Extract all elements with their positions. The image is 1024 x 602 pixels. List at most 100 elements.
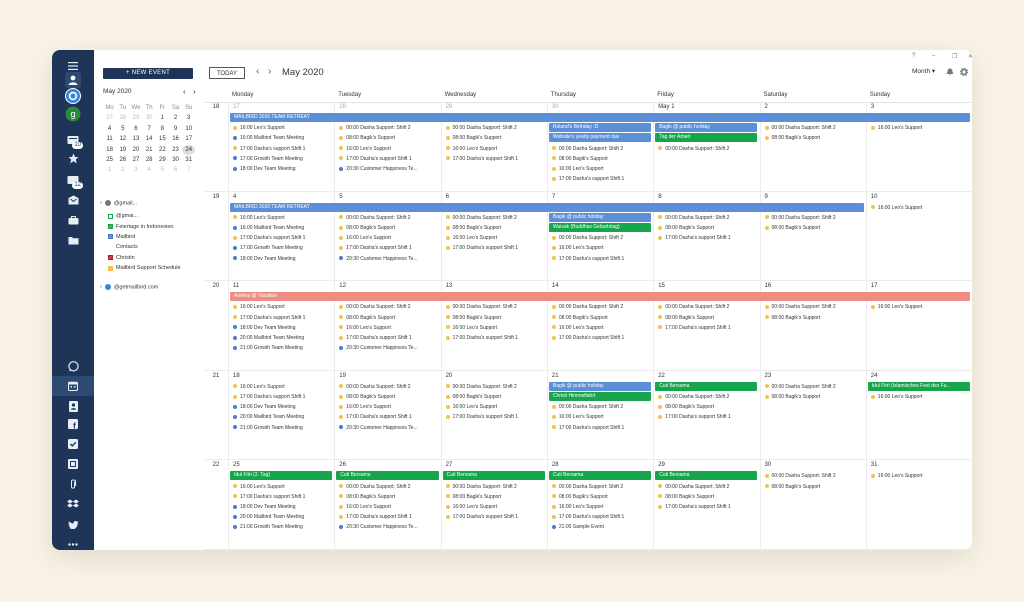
calendar-event[interactable]: 00:00 Dasha Support: Shift 2 xyxy=(658,302,758,312)
calendar-event[interactable]: 17:00 Dasha's support Shift 1 xyxy=(658,502,758,512)
calendar-event[interactable]: 00:00 Dasha Support: Shift 2 xyxy=(445,213,546,223)
account-google-icon[interactable]: g xyxy=(61,104,85,124)
mini-day[interactable]: 4 xyxy=(143,165,156,175)
calendar-event[interactable]: 16:00 Leo's Support xyxy=(445,233,546,243)
calendar-event[interactable]: 16:00 Leo's Support xyxy=(445,402,546,412)
docs-icon[interactable] xyxy=(61,454,85,474)
calendar-event[interactable]: 17:00 Dasha's support Shift 1 xyxy=(233,233,333,243)
calendar-event[interactable]: 20:00 Mailbird Team Meeting xyxy=(233,512,333,522)
calendar-event[interactable]: 17:00 Dasha's support Shift 1 xyxy=(445,154,546,164)
mini-day[interactable]: 22 xyxy=(156,145,169,155)
calendar-event[interactable]: 08:00 Bagik's Support xyxy=(764,313,865,323)
calendar-event[interactable]: 08:00 Bagik's Support xyxy=(445,133,546,143)
bell-icon[interactable] xyxy=(946,68,954,76)
all-day-event[interactable]: Tag der Arbeit xyxy=(655,133,758,143)
all-day-event[interactable]: Roland's Birthday :D xyxy=(548,123,652,133)
calendar-event[interactable]: 18:00 Dev Team Meeting xyxy=(233,254,333,264)
all-day-event[interactable]: MAILBIRD 2020 TEAM RETREAT xyxy=(230,113,971,122)
mini-day[interactable]: 26 xyxy=(116,155,129,165)
calendar-event[interactable]: 18:00 Dev Team Meeting xyxy=(233,323,333,333)
mini-day[interactable]: 15 xyxy=(156,134,169,144)
mini-day[interactable]: 13 xyxy=(129,134,142,144)
calendar-event[interactable]: 16:00 Leo's Support xyxy=(339,402,439,412)
calendar-event[interactable]: 18:00 Dev Team Meeting xyxy=(233,402,333,412)
day-cell[interactable]: 23 00:00 Dasha Support: Shift 2 08:00 Bagi… xyxy=(759,370,866,460)
briefcase-icon[interactable] xyxy=(61,210,85,230)
view-selector[interactable]: Month ▾ xyxy=(912,67,935,75)
calendar-event[interactable]: 17:00 Dasha's support Shift 1 xyxy=(551,423,652,433)
whatsapp-icon[interactable] xyxy=(61,356,85,376)
calendar-event[interactable]: 00:00 Dasha Support: Shift 2 xyxy=(551,233,652,243)
star-icon[interactable] xyxy=(61,148,85,168)
calendar-event[interactable]: 08:00 Bagik's Support xyxy=(658,402,758,412)
calendar-event[interactable]: 08:00 Bagik's Support xyxy=(658,223,758,233)
calendar-item[interactable]: @gmai... xyxy=(108,211,181,221)
calendar-checkbox[interactable] xyxy=(108,265,113,271)
calendar-event[interactable]: 08:00 Bagik's Support xyxy=(445,313,546,323)
calendar-event[interactable]: 08:00 Bagik's Support xyxy=(764,223,865,233)
maximize-icon[interactable]: ❐ xyxy=(952,53,957,60)
day-cell[interactable]: 19 00:00 Dasha Support: Shift 2 08:00 Bagi… xyxy=(334,370,440,460)
facebook-icon[interactable]: f xyxy=(61,414,85,434)
calendar-event[interactable]: 16:00 Leo's Support xyxy=(445,323,546,333)
all-day-event[interactable]: Bagik @ public holiday xyxy=(548,212,652,222)
calendar-event[interactable]: 00:00 Dasha Support: Shift 2 xyxy=(764,471,865,481)
calendar-checkbox[interactable]: ✓ xyxy=(108,234,113,240)
calendar-event[interactable]: 00:00 Dasha Support: Shift 2 xyxy=(764,213,865,223)
calendar-event[interactable]: 00:00 Dasha Support: Shift 2 xyxy=(339,482,439,492)
calendar-event[interactable]: 20:00 Mailbird Team Meeting xyxy=(233,412,333,422)
mini-day[interactable]: 29 xyxy=(129,113,142,123)
twitter-icon[interactable] xyxy=(61,514,85,534)
calendar-event[interactable]: 17:00 Dasha's support Shift 1 xyxy=(233,492,333,502)
calendar-event[interactable]: 08:00 Bagik's Support xyxy=(658,313,758,323)
mini-day[interactable]: 9 xyxy=(169,124,182,134)
mini-day[interactable]: 6 xyxy=(169,165,182,175)
day-cell[interactable]: 18 16:00 Leo's Support 17:00 Dasha's suppo… xyxy=(228,370,334,460)
calendar-event[interactable]: 16:00 Leo's Support xyxy=(339,323,439,333)
calendar-event[interactable]: 17:00 Dasha's support Shift 1 xyxy=(233,144,333,154)
todo-icon[interactable] xyxy=(61,434,85,454)
all-day-event[interactable]: Idul Fitri (2. Tag) xyxy=(230,471,333,481)
calendar-event[interactable]: 00:00 Dasha Support: Shift 2 xyxy=(339,302,439,312)
mini-day[interactable]: 18 xyxy=(103,145,116,155)
calendar-event[interactable]: 08:00 Bagik's Support xyxy=(551,492,652,502)
mini-day[interactable]: 6 xyxy=(129,124,142,134)
all-day-event[interactable]: Andrea @ Vacation xyxy=(230,292,971,302)
mini-day[interactable]: 28 xyxy=(116,113,129,123)
calendar-checkbox[interactable]: ✓ xyxy=(108,224,113,230)
all-day-event[interactable]: Bagik @ public holiday xyxy=(548,381,652,391)
calendar-event[interactable]: 16:00 Leo's Support xyxy=(551,243,652,253)
calendar-item[interactable]: ✓ Feiertage in Indonesien xyxy=(108,221,181,231)
calendar-event[interactable]: 16:00 Leo's Support xyxy=(551,412,652,422)
calendar-event[interactable]: 00:00 Dasha Support: Shift 2 xyxy=(551,302,652,312)
mini-day[interactable]: 31 xyxy=(182,155,195,165)
mini-day[interactable]: 3 xyxy=(182,113,195,123)
mini-day[interactable]: 30 xyxy=(143,113,156,123)
calendar-event[interactable]: 00:00 Dasha Support: Shift 2 xyxy=(658,144,758,154)
calendar-icon[interactable] xyxy=(52,376,94,396)
mini-day[interactable]: 19 xyxy=(116,145,129,155)
calendar-event[interactable]: 00:00 Dasha Support: Shift 2 xyxy=(764,302,865,312)
calendar-event[interactable]: 16:00 Leo's Support xyxy=(551,323,652,333)
calendar-event[interactable]: 16:00 Leo's Support xyxy=(870,203,971,213)
close-icon[interactable]: ✕ xyxy=(968,53,972,60)
mini-day[interactable]: 29 xyxy=(156,155,169,165)
calendar-checkbox[interactable] xyxy=(108,213,113,219)
minimize-icon[interactable]: – xyxy=(932,53,935,59)
calendar-event[interactable]: 08:00 Bagik's Support xyxy=(551,313,652,323)
all-day-event[interactable]: Cuti Bersama xyxy=(655,381,758,391)
mini-day[interactable]: 12 xyxy=(116,134,129,144)
calendar-event[interactable]: 17:00 Dasha's support Shift 1 xyxy=(445,412,546,422)
mini-day[interactable]: 5 xyxy=(156,165,169,175)
calendar-event[interactable]: 00:00 Dasha Support: Shift 2 xyxy=(445,302,546,312)
calendar-event[interactable]: 20:30 Customer Happiness Te... xyxy=(339,522,439,532)
calendar-event[interactable]: 17:00 Growth Team Meeting xyxy=(233,243,333,253)
calendar-event[interactable]: 08:00 Bagik's Support xyxy=(764,482,865,492)
mini-day[interactable]: 8 xyxy=(156,124,169,134)
mini-day[interactable]: 20 xyxy=(129,145,142,155)
calendar-event[interactable]: 00:00 Dasha Support: Shift 2 xyxy=(658,482,758,492)
expand-icon[interactable]: › xyxy=(100,284,102,290)
all-day-event[interactable]: Website's yearly payment due xyxy=(548,133,652,143)
all-day-event[interactable]: Waisak (Buddhas Geburtstag) xyxy=(548,222,652,232)
mini-day[interactable]: 2 xyxy=(116,165,129,175)
